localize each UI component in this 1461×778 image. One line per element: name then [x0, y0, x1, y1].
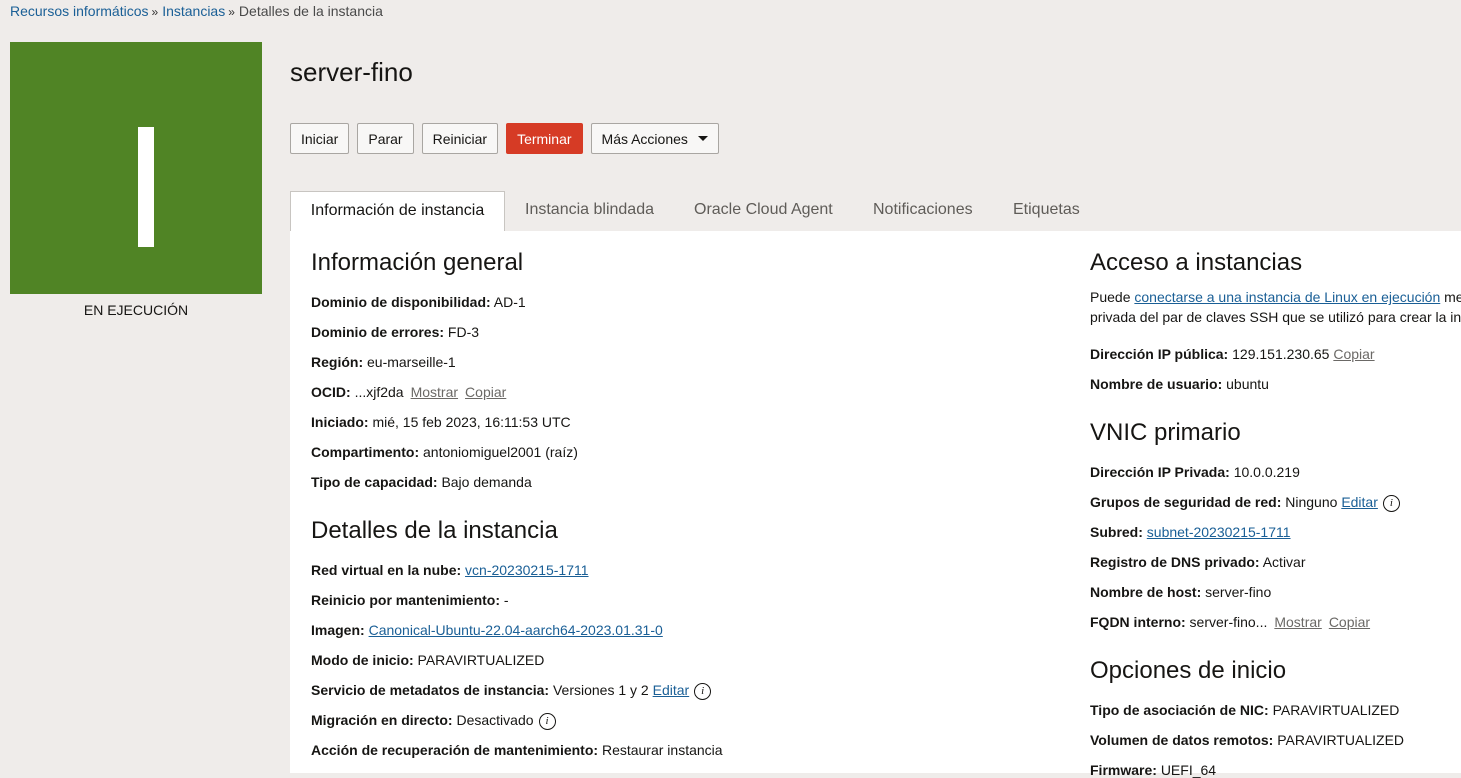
access-description-line2: privada del par de claves SSH que se uti…	[1090, 309, 1461, 325]
breadcrumb: Recursos informáticos» Instancias» Detalle…	[10, 3, 383, 19]
fqdn-copy-link[interactable]: Copiar	[1329, 614, 1370, 630]
vcn-link[interactable]: vcn-20230215-1711	[465, 562, 589, 578]
info-icon[interactable]: i	[1382, 494, 1400, 512]
fault-domain: Dominio de errores: FD-3	[311, 324, 480, 340]
public-ip: Dirección IP pública: 129.151.230.65 Cop…	[1090, 346, 1375, 362]
general-info-heading: Información general	[311, 249, 524, 276]
breadcrumb-instances-link[interactable]: Instancias	[162, 3, 225, 19]
access-description: Puede conectarse a una instancia de Linu…	[1090, 289, 1461, 305]
tab-oracle-cloud-agent[interactable]: Oracle Cloud Agent	[694, 191, 833, 231]
more-actions-button[interactable]: Más Acciones	[590, 123, 719, 154]
page-title: server-fino	[290, 57, 413, 87]
breadcrumb-current: Detalles de la instancia	[238, 3, 383, 19]
firmware: Firmware: UEFI_64	[1090, 762, 1217, 778]
metadata-service: Servicio de metadatos de instancia: Vers…	[311, 682, 712, 700]
reboot-button[interactable]: Reiniciar	[421, 123, 499, 154]
tab-tags[interactable]: Etiquetas	[1013, 191, 1080, 231]
nsg-edit-link[interactable]: Editar	[1341, 494, 1378, 510]
breadcrumb-separator: »	[228, 5, 235, 19]
network-security-groups: Grupos de seguridad de red: Ninguno Edit…	[1090, 494, 1400, 512]
public-ip-copy-link[interactable]: Copiar	[1333, 346, 1374, 362]
availability-domain: Dominio de disponibilidad: AD-1	[311, 294, 526, 310]
launch-mode: Modo de inicio: PARAVIRTUALIZED	[311, 652, 545, 668]
private-ip: Dirección IP Privada: 10.0.0.219	[1090, 464, 1300, 480]
ocid: OCID: ...xjf2da Mostrar Copiar	[311, 384, 507, 400]
connect-linux-link[interactable]: conectarse a una instancia de Linux en e…	[1134, 289, 1440, 305]
ocid-show-link[interactable]: Mostrar	[411, 384, 458, 400]
tab-shielded-instance[interactable]: Instancia blindada	[525, 191, 654, 231]
remote-data-volume: Volumen de datos remotos: PARAVIRTUALIZE…	[1090, 732, 1405, 748]
instance-state-icon	[10, 42, 262, 294]
instance-details-heading: Detalles de la instancia	[311, 517, 558, 544]
capacity-type: Tipo de capacidad: Bajo demanda	[311, 474, 532, 490]
start-button[interactable]: Iniciar	[290, 123, 350, 154]
image-link[interactable]: Canonical-Ubuntu-22.04-aarch64-2023.01.3…	[369, 622, 663, 638]
instance-access-heading: Acceso a instancias	[1090, 249, 1303, 276]
breadcrumb-separator: »	[151, 5, 159, 19]
region: Región: eu-marseille-1	[311, 354, 456, 370]
metadata-edit-link[interactable]: Editar	[653, 682, 690, 698]
subnet-link[interactable]: subnet-20230215-1711	[1147, 524, 1291, 540]
nic-attachment-type: Tipo de asociación de NIC: PARAVIRTUALIZ…	[1090, 702, 1400, 718]
live-migration: Migración en directo: Desactivado i	[311, 712, 556, 730]
info-icon[interactable]: i	[538, 712, 556, 730]
instance-state-letter	[138, 127, 154, 247]
recovery-action: Acción de recuperación de mantenimiento:…	[311, 742, 723, 758]
fqdn-show-link[interactable]: Mostrar	[1274, 614, 1321, 630]
compartment: Compartimento: antoniomiguel2001 (raíz)	[311, 444, 578, 460]
info-icon[interactable]: i	[694, 682, 712, 700]
caret-down-icon	[697, 136, 708, 141]
action-toolbar: Iniciar Parar Reiniciar Terminar Más Acc…	[290, 123, 719, 154]
stop-button[interactable]: Parar	[357, 123, 414, 154]
vcn: Red virtual en la nube: vcn-20230215-171…	[311, 562, 589, 578]
terminate-button[interactable]: Terminar	[506, 123, 583, 154]
subnet: Subred: subnet-20230215-1711	[1090, 524, 1291, 540]
username: Nombre de usuario: ubuntu	[1090, 376, 1269, 392]
instance-info-panel: Información general Dominio de disponibi…	[290, 231, 1461, 778]
breadcrumb-compute-link[interactable]: Recursos informáticos	[10, 3, 149, 19]
maintenance-reboot: Reinicio por mantenimiento: -	[311, 592, 509, 608]
hostname: Nombre de host: server-fino	[1090, 584, 1272, 600]
tab-notifications[interactable]: Notificaciones	[873, 191, 973, 231]
internal-fqdn: FQDN interno: server-fino... Mostrar Copia…	[1090, 614, 1371, 630]
tab-bar: Información de instancia Instancia blind…	[290, 191, 1461, 232]
image: Imagen: Canonical-Ubuntu-22.04-aarch64-2…	[311, 622, 663, 638]
launched-time: Iniciado: mié, 15 feb 2023, 16:11:53 UTC	[311, 414, 571, 430]
primary-vnic-heading: VNIC primario	[1090, 419, 1241, 446]
more-actions-label: Más Acciones	[601, 130, 688, 147]
instance-state-label: EN EJECUCIÓN	[83, 302, 189, 318]
tab-instance-info[interactable]: Información de instancia	[290, 191, 505, 232]
launch-options-heading: Opciones de inicio	[1090, 657, 1287, 684]
private-dns-record: Registro de DNS privado: Activar	[1090, 554, 1306, 570]
ocid-copy-link[interactable]: Copiar	[465, 384, 506, 400]
